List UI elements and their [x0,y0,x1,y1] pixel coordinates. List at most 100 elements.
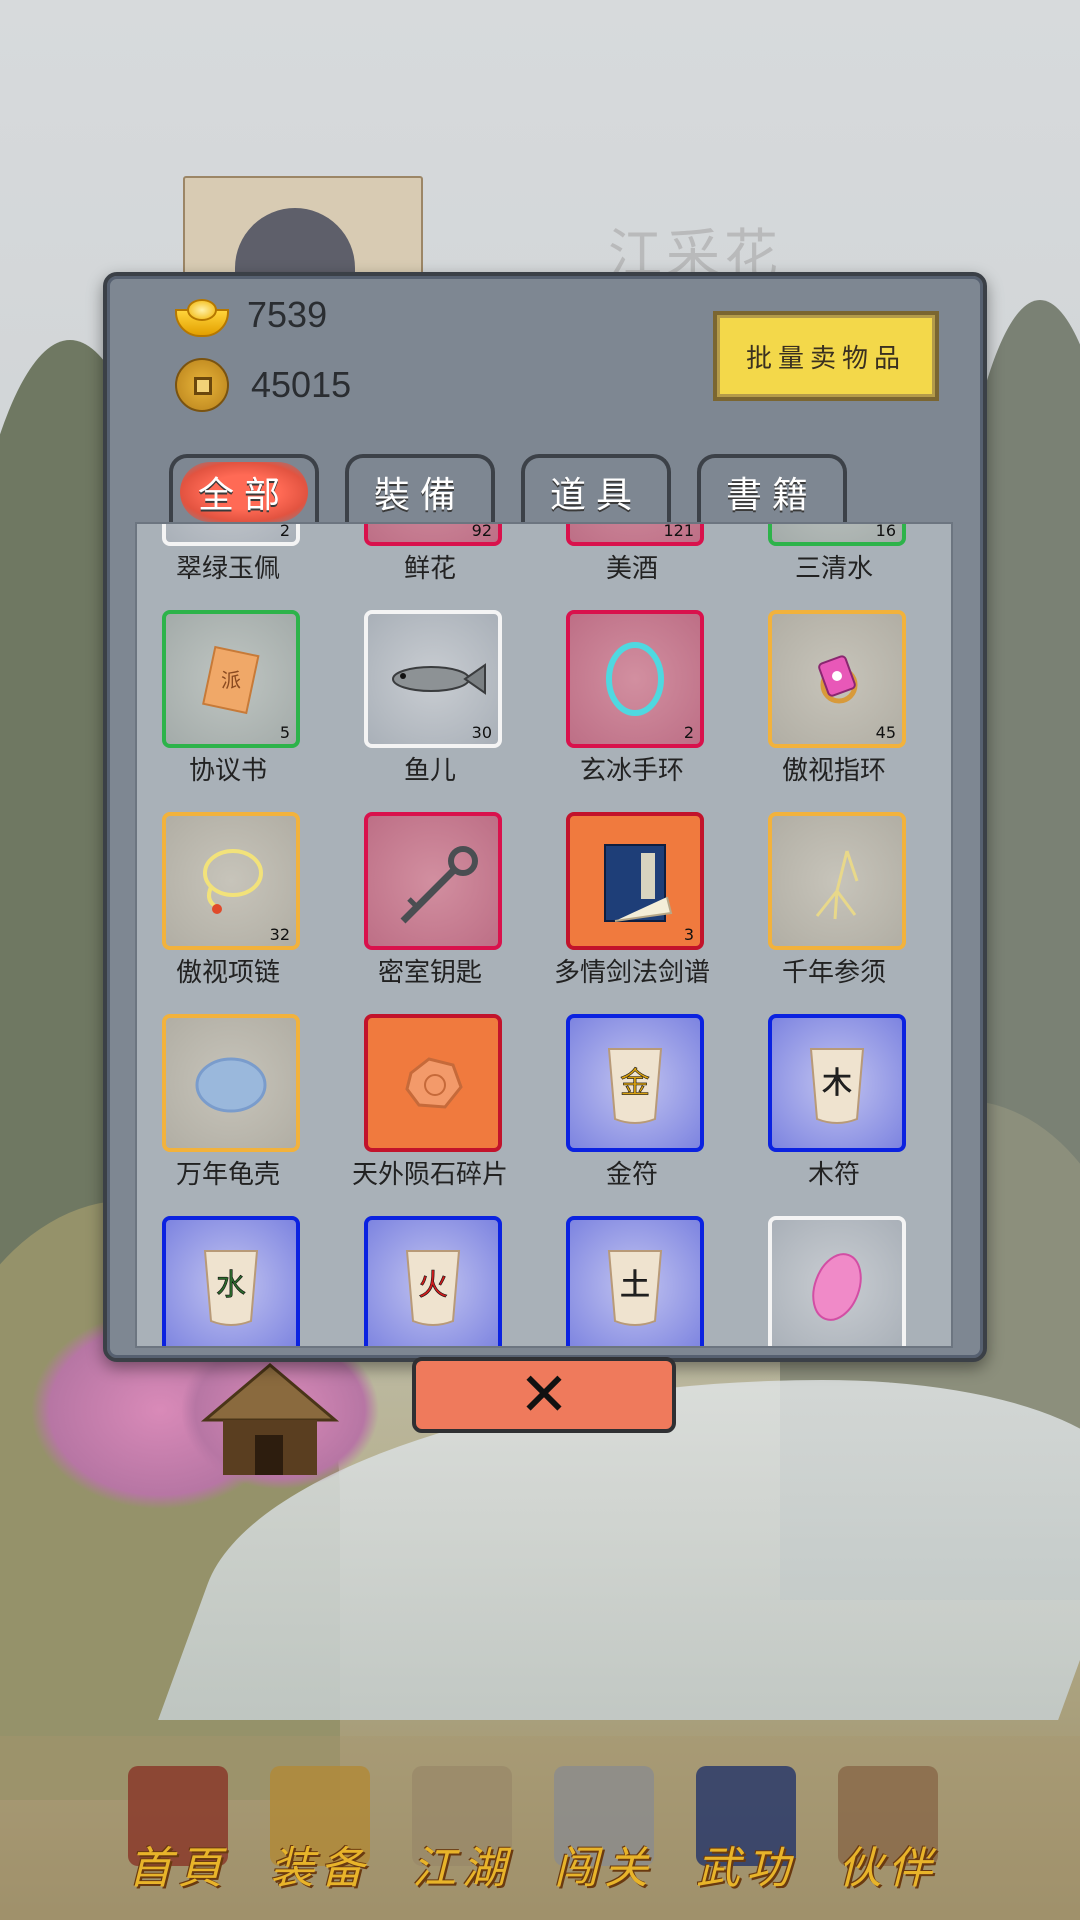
inventory-item[interactable]: 万年龟壳 [143,1014,313,1216]
item-count: 92 [471,522,492,540]
item-slot[interactable]: 木 [768,1014,906,1152]
nav-label: 首頁 [128,1843,228,1894]
nav-item-manual[interactable]: 武功 [678,1762,814,1902]
inventory-item[interactable]: 92 鲜花 [345,522,515,610]
coin-balance: 45015 [171,358,351,412]
item-slot[interactable]: 32 [162,812,300,950]
inventory-item[interactable]: 3 多情剑法剑谱 [547,812,717,1014]
close-button[interactable]: ✕ [412,1357,676,1433]
agreement-icon: 派 [171,619,291,743]
talisman-icon: 木 [777,1023,897,1147]
gold-ingot-icon [171,295,229,337]
nav-item-swords[interactable]: 闯关 [536,1762,672,1902]
item-name: 密室钥匙 [377,958,482,988]
inventory-item[interactable]: 土 [547,1216,717,1346]
item-slot[interactable]: 水 [162,1216,300,1346]
item-count: 45 [875,723,896,742]
inventory-item[interactable]: 水 [143,1216,313,1346]
svg-text:土: 土 [620,1268,650,1303]
item-name: 天外陨石碎片 [351,1160,508,1190]
inventory-item[interactable]: 45 傲视指环 [749,610,919,812]
svg-text:金: 金 [620,1066,650,1101]
inventory-grid[interactable]: 2 翠绿玉佩 92 鲜花 121 美酒 16 三清水派 5 协议书 30 鱼儿 2 玄冰手环 45 傲视指环 3… [135,522,953,1348]
bracelet-icon [575,619,695,743]
item-slot[interactable]: 土 [566,1216,704,1346]
inventory-item[interactable]: 千年参须 [749,812,919,1014]
talisman-icon: 土 [575,1225,695,1346]
nav-item-partners[interactable]: 伙伴 [820,1762,956,1902]
item-slot[interactable] [364,812,502,950]
talisman-icon: 水 [171,1225,291,1346]
ingot-count: 7539 [247,294,328,335]
item-name: 千年参须 [781,958,886,988]
inventory-item[interactable]: 121 美酒 [547,524,717,610]
svg-text:派: 派 [221,668,241,692]
item-name: 木符 [807,1160,860,1190]
item-slot[interactable] [162,1014,300,1152]
inventory-panel: 7539 45015 批量卖物品 全部 裝備 道具 書籍 2 翠绿玉佩 92 鲜花 12… [103,272,987,1362]
item-count: 5 [279,723,290,742]
copper-coin-icon [175,358,229,412]
inventory-item[interactable]: 2 玄冰手环 [547,610,717,812]
ingot-balance: 7539 [171,294,328,337]
nav-label: 江湖 [412,1843,512,1894]
item-slot[interactable]: 3 [566,812,704,950]
item-name: 万年龟壳 [175,1160,280,1190]
nav-label: 闯关 [554,1843,654,1894]
item-slot[interactable]: 派5 [162,610,300,748]
inventory-item[interactable]: 金金符 [547,1014,717,1216]
item-name: 鱼儿 [403,756,456,786]
inventory-item[interactable]: 30 鱼儿 [345,610,515,812]
item-count: 3 [683,925,694,944]
inventory-item[interactable]: 密室钥匙 [345,812,515,1014]
item-count: 32 [269,925,290,944]
item-name: 三清水 [794,554,873,584]
talisman-icon: 金 [575,1023,695,1147]
tab-all[interactable]: 全部 [169,454,319,526]
svg-text:水: 水 [216,1268,246,1303]
item-slot[interactable]: 92 [364,522,502,546]
item-name: 金符 [605,1160,658,1190]
tab-books[interactable]: 書籍 [697,454,847,526]
close-icon: ✕ [518,1360,570,1430]
item-slot[interactable]: 121 [566,524,704,546]
inventory-item[interactable]: 32 傲视项链 [143,812,313,1014]
item-slot[interactable]: 火 [364,1216,502,1346]
tab-equipment[interactable]: 裝備 [345,454,495,526]
inventory-item[interactable]: 火 [345,1216,515,1346]
nav-item-home[interactable]: 首頁 [110,1762,246,1902]
inventory-item[interactable]: 16 三清水 [749,524,919,610]
nav-item-scroll[interactable]: 江湖 [394,1762,530,1902]
tab-props[interactable]: 道具 [521,454,671,526]
inventory-item[interactable]: 2 翠绿玉佩 [143,522,313,610]
bulk-sell-button[interactable]: 批量卖物品 [713,311,939,401]
book-icon [575,821,695,945]
item-slot[interactable] [364,1014,502,1152]
item-slot[interactable]: 2 [566,610,704,748]
tab-label: 書籍 [725,475,818,516]
nav-label: 伙伴 [838,1843,938,1894]
ginseng-icon [777,821,897,945]
inventory-item[interactable] [749,1216,919,1346]
item-count: 2 [683,723,694,742]
coin-count: 45015 [251,364,352,405]
inventory-item[interactable]: 派 5 协议书 [143,610,313,812]
item-slot[interactable]: 金 [566,1014,704,1152]
inventory-item[interactable]: 木木符 [749,1014,919,1216]
bottom-nav: 首頁 装备 江湖 闯关 武功 伙伴 [0,1736,1080,1920]
inventory-item[interactable]: 天外陨石碎片 [345,1014,515,1216]
item-slot[interactable]: 30 [364,610,502,748]
pink-gem-icon [777,1225,897,1346]
tab-label: 全部 [179,462,308,522]
item-slot[interactable]: 16 [768,524,906,546]
item-slot[interactable]: 45 [768,610,906,748]
item-count: 30 [471,723,492,742]
nav-item-armor[interactable]: 装备 [252,1762,388,1902]
turtle-shell-icon [171,1023,291,1147]
item-slot[interactable] [768,812,906,950]
item-name: 傲视指环 [781,756,886,786]
item-slot[interactable]: 2 [162,522,300,546]
talisman-icon: 火 [373,1225,493,1346]
item-count: 2 [279,522,290,540]
item-slot[interactable] [768,1216,906,1346]
